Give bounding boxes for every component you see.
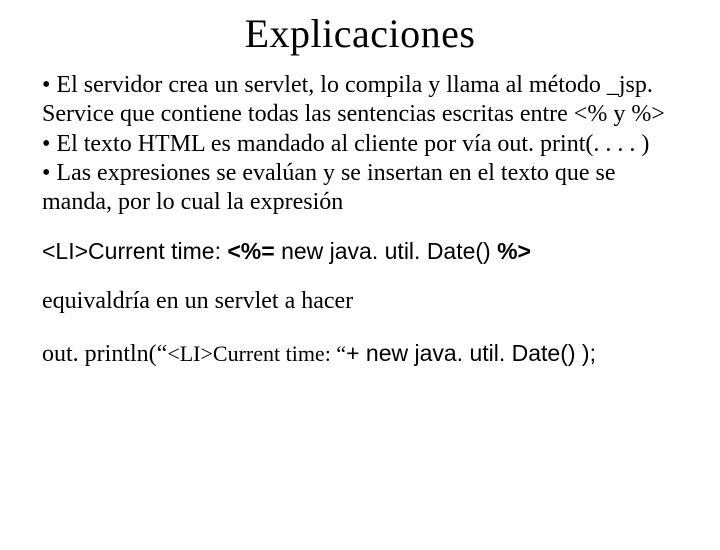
out-li: <LI>Current time: “	[167, 341, 346, 366]
code-open-tag: <%=	[227, 238, 274, 264]
slide: Explicaciones • El servidor crea un serv…	[0, 10, 720, 550]
code-close-tag: %>	[497, 238, 531, 264]
slide-title: Explicaciones	[0, 10, 720, 57]
equivalence-text: equivaldría en un servlet a hacer	[42, 287, 678, 316]
out-tail: new java. util. Date() );	[366, 340, 596, 366]
bullet-item-1: • El servidor crea un servlet, lo compil…	[42, 71, 678, 130]
bullet-list: • El servidor crea un servlet, lo compil…	[42, 71, 678, 217]
code-middle: new java. util. Date()	[275, 238, 497, 264]
code-li-prefix: <LI>Current time:	[42, 238, 227, 264]
code-example-line: <LI>Current time: <%= new java. util. Da…	[42, 237, 678, 265]
out-prefix: out. println(“	[42, 341, 167, 367]
servlet-output-line: out. println(“<LI>Current time: “+ new j…	[42, 339, 678, 369]
slide-body: • El servidor crea un servlet, lo compil…	[0, 71, 720, 369]
out-plus: +	[346, 340, 366, 366]
bullet-item-3: • Las expresiones se evalúan y se insert…	[42, 159, 678, 218]
bullet-item-2: • El texto HTML es mandado al cliente po…	[42, 130, 678, 159]
